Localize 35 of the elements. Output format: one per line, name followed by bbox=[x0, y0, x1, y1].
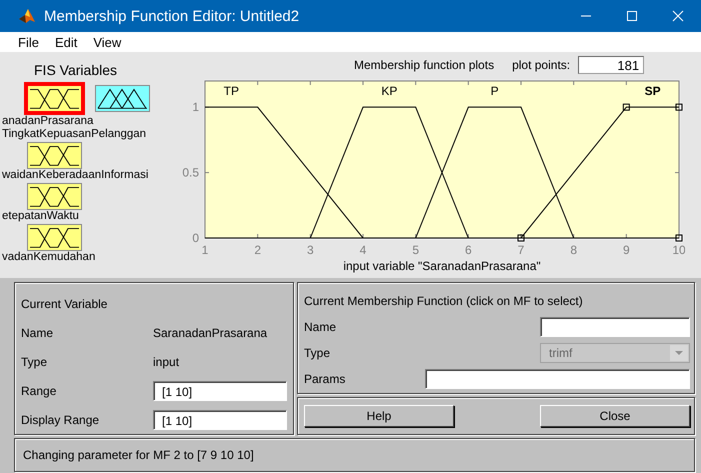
y-tick-label: 0 bbox=[192, 231, 199, 245]
variable-label: etepatanWaktu bbox=[1, 210, 79, 223]
panel-title: Current Membership Function (click on MF to select) bbox=[304, 294, 584, 308]
variable-type: input bbox=[153, 354, 180, 368]
y-tick-label: 1 bbox=[192, 100, 199, 114]
variable-label: waidanKeberadaanInformasi bbox=[1, 169, 148, 182]
field-label: Name bbox=[304, 320, 338, 334]
x-axis-label: input variable "SaranadanPrasarana" bbox=[343, 259, 541, 273]
plot-title: Membership function plots bbox=[354, 58, 494, 72]
panel-title: FIS Variables bbox=[33, 61, 118, 80]
x-tick-label: 2 bbox=[254, 243, 261, 257]
field-label: Type bbox=[21, 354, 48, 368]
field-label: Name bbox=[21, 326, 54, 340]
x-tick-label: 9 bbox=[623, 243, 630, 257]
field-label: Params bbox=[304, 372, 346, 386]
x-tick-label: 1 bbox=[202, 243, 208, 257]
variable-name: SaranadanPrasarana bbox=[153, 326, 268, 340]
variable-label: TingkatKepuasanPelanggan bbox=[1, 128, 146, 141]
x-tick-label: 3 bbox=[307, 243, 314, 257]
x-tick-label: 5 bbox=[412, 243, 419, 257]
x-tick-label: 4 bbox=[360, 243, 366, 257]
status-text: Changing parameter for MF 2 to [7 9 10 10] bbox=[23, 448, 254, 462]
field-label: Range bbox=[21, 384, 58, 398]
variable-label: vadanKemudahan bbox=[1, 251, 96, 264]
panel-title: Current Variable bbox=[21, 296, 108, 310]
x-tick-label: 8 bbox=[570, 243, 577, 257]
field-label: Type bbox=[304, 346, 332, 360]
x-tick-label: 6 bbox=[465, 243, 472, 257]
x-tick-label: 10 bbox=[672, 243, 685, 257]
y-tick-label: 0.5 bbox=[182, 166, 199, 180]
variable-label: anadanPrasarana bbox=[1, 115, 94, 128]
field-label: plot points: bbox=[512, 58, 570, 72]
x-tick-label: 7 bbox=[518, 243, 524, 257]
window-title: Membership Function Editor: Untitled2 bbox=[44, 8, 300, 24]
field-label: Display Range bbox=[21, 412, 100, 426]
